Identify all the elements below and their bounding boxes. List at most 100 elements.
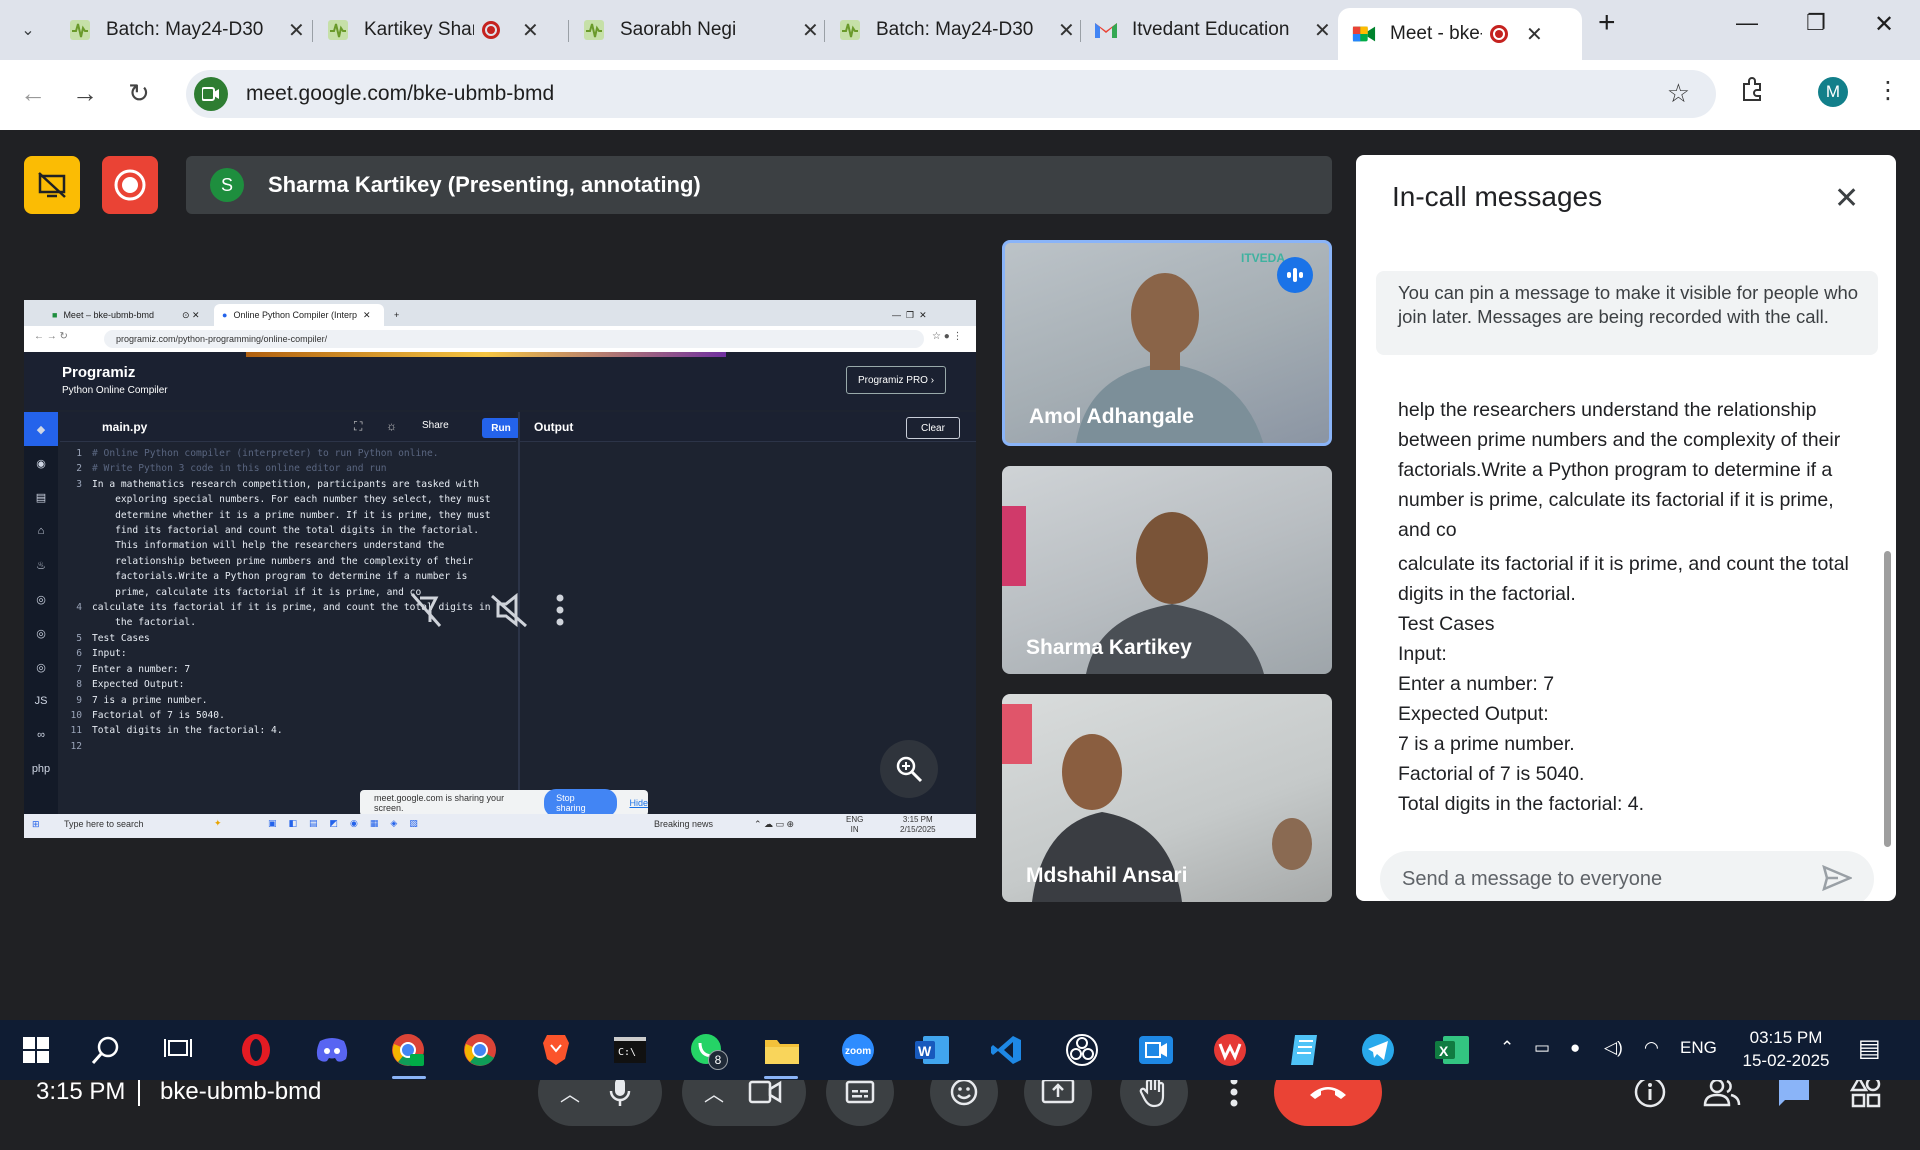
code-text: Expected Output: — [92, 679, 185, 691]
bookmark-star-icon[interactable]: ☆ — [1667, 78, 1690, 109]
browser-tab-3[interactable]: Saorabh Negi ✕ — [568, 8, 824, 52]
whatsapp-icon[interactable]: 8 — [686, 1030, 728, 1070]
extensions-icon[interactable] — [1738, 76, 1766, 104]
close-tab-icon[interactable]: ✕ — [1314, 18, 1331, 43]
cpp-icon: ◎ — [36, 627, 46, 640]
windows-taskbar: C:\ 8 zoom W X ⌃ ▭ ● ◁) ◠ ENG 03:15 PM 15… — [0, 1020, 1920, 1080]
back-icon[interactable]: ← — [20, 78, 46, 109]
activity-icon — [326, 18, 350, 42]
tray-chevron-icon[interactable]: ⌃ — [1500, 1038, 1514, 1058]
new-tab-icon[interactable]: + — [1598, 6, 1616, 40]
participant-name: Amol Adhangale — [1029, 405, 1194, 428]
restore-icon[interactable]: ❐ — [1806, 10, 1826, 36]
battery-icon[interactable]: ▭ — [1534, 1038, 1550, 1058]
windows-icon: ⊞ — [32, 819, 40, 829]
tab-title: Batch: May24-D30 — [106, 19, 264, 40]
message-input[interactable]: Send a message to everyone — [1380, 851, 1874, 901]
language-sidebar: ◆ ◉ ▤ ⌂ ♨ ◎ ◎ ◎ JS ∞ php — [24, 412, 58, 814]
svg-text:zoom: zoom — [845, 1046, 871, 1057]
close-tab-icon[interactable]: ✕ — [1526, 22, 1543, 47]
pin-notice: You can pin a message to make it visible… — [1376, 271, 1878, 355]
word-icon[interactable]: W — [912, 1030, 952, 1070]
task-view-icon[interactable] — [158, 1030, 198, 1070]
browser-tab-6-active[interactable]: Meet - bke-ub ✕ — [1338, 8, 1582, 60]
browser-tab-5[interactable]: Itvedant Education ✕ — [1080, 8, 1336, 52]
chrome-meet-icon[interactable] — [388, 1030, 428, 1070]
volume-icon[interactable]: ◁) — [1604, 1038, 1623, 1058]
start-icon[interactable] — [16, 1030, 56, 1070]
tab-title: Kartikey Sharm — [364, 19, 474, 40]
line-number: 8 — [76, 679, 82, 691]
microphone-tray-icon[interactable]: ● — [1570, 1038, 1580, 1058]
c-icon: ◎ — [36, 593, 46, 606]
search-icon[interactable] — [86, 1030, 126, 1070]
recording-icon[interactable] — [102, 156, 158, 214]
minimize-icon[interactable]: — — [1736, 10, 1758, 36]
zoom-icon[interactable]: zoom — [838, 1030, 878, 1070]
obs-icon[interactable] — [1062, 1030, 1102, 1070]
browser-menu-icon[interactable]: ⋮ — [1876, 76, 1900, 105]
wps-icon[interactable] — [1210, 1030, 1250, 1070]
site-info-icon[interactable] — [194, 77, 228, 111]
activity-icon — [838, 18, 862, 42]
chat-message-line: Test Cases — [1398, 613, 1495, 635]
activity-icon — [582, 18, 606, 42]
taskbar-clock[interactable]: 03:15 PM 15-02-2025 — [1736, 1026, 1836, 1072]
file-explorer-icon[interactable] — [762, 1030, 802, 1070]
profile-avatar[interactable]: M — [1818, 77, 1848, 107]
chat-message-line: Factorial of 7 is 5040. — [1398, 763, 1585, 785]
chat-message-line: Enter a number: 7 — [1398, 673, 1555, 695]
notepad-icon[interactable] — [1284, 1030, 1324, 1070]
participant-tile-mdshahil[interactable]: Mdshahil Ansari — [1002, 694, 1332, 902]
r-icon: ◉ — [36, 457, 46, 470]
wifi-icon[interactable]: ◠ — [1644, 1038, 1659, 1058]
ad-banner — [246, 352, 726, 357]
participant-tile-amol[interactable]: ITVEDA Amol Adhangale — [1002, 240, 1332, 446]
participant-tile-sharma[interactable]: Sharma Kartikey — [1002, 466, 1332, 674]
terminal-icon[interactable]: C:\ — [610, 1030, 650, 1070]
close-tab-icon[interactable]: ✕ — [802, 18, 819, 43]
close-window-icon[interactable]: ✕ — [1874, 10, 1894, 39]
messages-scrollbar[interactable] — [1884, 551, 1891, 847]
browser-tab-2[interactable]: Kartikey Sharm ✕ — [312, 8, 568, 52]
notifications-icon[interactable]: ▤ — [1858, 1034, 1881, 1063]
code-line: 12 — [60, 739, 516, 754]
brave-icon[interactable] — [536, 1030, 576, 1070]
close-panel-icon[interactable]: ✕ — [1834, 181, 1859, 216]
meet-stage: S Sharma Kartikey (Presenting, annotatin… — [0, 130, 1920, 1150]
presenter-avatar: S — [210, 168, 244, 202]
browser-tab-bar: ⌄ Batch: May24-D30 ✕ Kartikey Sharm ✕ Sa… — [0, 0, 1920, 60]
presenting-banner: S Sharma Kartikey (Presenting, annotatin… — [186, 156, 1332, 214]
forward-icon[interactable]: → — [72, 78, 98, 109]
browser-tab-4[interactable]: Batch: May24-D30 ✕ — [824, 8, 1080, 52]
code-text: exploring special numbers. For each numb… — [92, 494, 491, 506]
telegram-icon[interactable] — [1358, 1030, 1398, 1070]
zoom-in-icon[interactable] — [880, 740, 938, 798]
close-tab-icon[interactable]: ✕ — [522, 18, 539, 43]
excel-icon[interactable]: X — [1432, 1030, 1472, 1070]
language-indicator[interactable]: ENG — [1680, 1038, 1717, 1058]
code-line: factorials.Write a Python program to det… — [60, 569, 516, 584]
chrome-icon[interactable] — [460, 1030, 500, 1070]
vscode-icon[interactable] — [986, 1030, 1026, 1070]
js-icon: JS — [34, 695, 48, 707]
discord-icon[interactable] — [312, 1030, 352, 1070]
sharing-notice-bar: meet.google.com is sharing your screen. … — [360, 789, 648, 817]
omnibox[interactable]: meet.google.com/bke-ubmb-bmd ☆ — [186, 70, 1716, 118]
screen-share-off-icon[interactable] — [24, 156, 80, 214]
tab-search-chevron-icon[interactable]: ⌄ — [10, 12, 46, 48]
close-tab-icon[interactable]: ✕ — [288, 18, 305, 43]
close-tab-icon[interactable]: ✕ — [1058, 18, 1075, 43]
code-line: 11 Total digits in the factorial: 4. — [60, 723, 516, 738]
reload-icon[interactable]: ↻ — [128, 78, 150, 109]
url-text: meet.google.com/bke-ubmb-bmd — [246, 82, 555, 105]
browser-tab-1[interactable]: Batch: May24-D30 ✕ — [54, 8, 310, 52]
file-name: main.py — [102, 420, 148, 434]
shared-tab-bar: ■ Meet – bke-ubmb-bmd ⊙ ✕ ● Online Python C… — [24, 300, 976, 326]
code-line: 1 # Online Python compiler (interpreter) … — [60, 446, 516, 461]
screen-recorder-icon[interactable] — [1136, 1030, 1176, 1070]
code-line: 8 Expected Output: — [60, 677, 516, 692]
send-icon[interactable] — [1822, 864, 1854, 897]
code-line: 2 # Write Python 3 code in this online ed… — [60, 461, 516, 476]
opera-icon[interactable] — [236, 1030, 276, 1070]
